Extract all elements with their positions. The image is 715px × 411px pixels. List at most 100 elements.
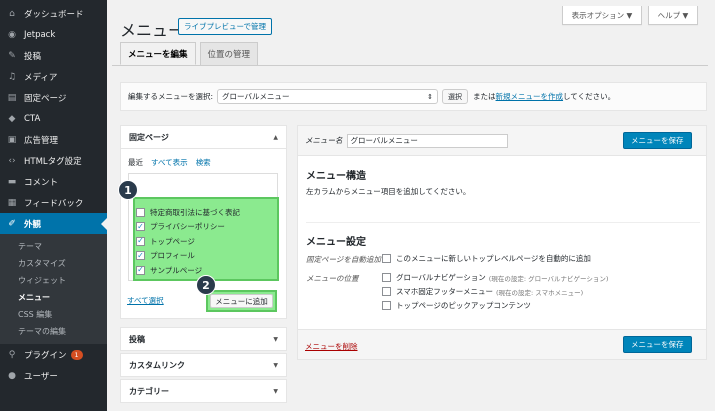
dropdown-arrows-icon: ⇕ xyxy=(427,92,434,101)
sidebar-item-6[interactable]: ▣ 広告管理 xyxy=(0,129,107,150)
page-label: サンプルページ xyxy=(150,265,203,275)
page-checkbox[interactable]: ✓ xyxy=(136,265,145,275)
submenu-item-1[interactable]: カスタマイズ xyxy=(0,255,107,272)
save-menu-button-top[interactable]: メニューを保存 xyxy=(623,132,692,149)
menu-structure-title: メニュー構造 xyxy=(306,171,366,182)
add-to-menu-button[interactable]: メニューに追加 xyxy=(210,294,273,308)
auto-add-row[interactable]: このメニューに新しいトップレベルページを自動的に追加 xyxy=(382,253,591,264)
location-checkbox[interactable] xyxy=(382,287,391,296)
delete-menu-link[interactable]: メニューを削除 xyxy=(305,341,358,352)
menu-location-row[interactable]: グローバルナビゲーション (現在の設定: グローバルナビゲーション) xyxy=(382,272,608,283)
page-label: プロフィール xyxy=(150,251,195,260)
jetpack-icon: ◉ xyxy=(8,29,16,40)
sidebar-item-0[interactable]: ⌂ ダッシュボード xyxy=(0,3,107,24)
sidebar-item-9[interactable]: ▦ フィードバック xyxy=(0,192,107,213)
location-label: スマホ固定フッターメニュー xyxy=(396,287,493,296)
location-note: (現在の設定: スマホメニュー) xyxy=(495,288,584,297)
sidebar-item-after-0[interactable]: ⚲ プラグイン 1 xyxy=(0,344,107,365)
menu-structure-desc: 左カラムからメニュー項目を追加してください。 xyxy=(306,187,471,196)
sidebar-item-after-1[interactable]: ● ユーザー xyxy=(0,365,107,386)
menu-name-label: メニュー名 xyxy=(305,136,343,145)
page-checkbox[interactable]: ✓ xyxy=(136,236,145,246)
create-new-menu-link[interactable]: 新規メニューを作成 xyxy=(496,91,564,102)
menu-select-value: グローバルメニュー xyxy=(222,92,290,101)
submenu-item-3[interactable]: メニュー xyxy=(0,289,107,306)
sidebar-item-4[interactable]: ▤ 固定ページ xyxy=(0,87,107,108)
menu-name-input[interactable]: グローバルメニュー xyxy=(346,133,508,148)
cta-icon: ◆ xyxy=(8,113,16,124)
page-checkbox-row[interactable]: ✓ トップページ xyxy=(136,234,195,248)
subtab-search[interactable]: 検索 xyxy=(196,157,211,168)
menu-location-row[interactable]: スマホ固定フッターメニュー (現在の設定: スマホメニュー) xyxy=(382,286,583,297)
sidebar-item-2[interactable]: ✎ 投稿 xyxy=(0,45,107,66)
accordion-title: 投稿 xyxy=(129,334,145,344)
sidebar-item-label: 投稿 xyxy=(24,51,42,62)
save-menu-button-bottom[interactable]: メニューを保存 xyxy=(623,336,692,353)
section-divider xyxy=(306,222,700,223)
sidebar-item-1[interactable]: ◉ Jetpack xyxy=(0,24,107,45)
select-all-link[interactable]: すべて選択 xyxy=(127,295,164,306)
page-label: トップページ xyxy=(150,236,195,246)
step-badge-2: 2 xyxy=(196,275,216,295)
accordion-section-1[interactable]: カスタムリンク ▼ xyxy=(120,353,287,377)
submenu-item-2[interactable]: ウィジェット xyxy=(0,272,107,289)
sidebar-item-5[interactable]: ◆ CTA xyxy=(0,108,107,129)
page-checkbox[interactable] xyxy=(136,207,145,217)
sidebar-item-label: フィードバック xyxy=(24,198,84,209)
nav-tabs: メニューを編集 位置の管理 xyxy=(120,42,259,65)
sidebar-item-8[interactable]: ▬ コメント xyxy=(0,171,107,192)
chevron-up-icon: ▲ xyxy=(273,133,278,141)
screen-options-button[interactable]: 表示オプション ▼ xyxy=(562,6,642,25)
page-checkbox-row[interactable]: ✓ プライバシーポリシー xyxy=(136,220,225,234)
submenu-item-5[interactable]: テーマの編集 xyxy=(0,323,107,340)
menu-location-row[interactable]: トップページのピックアップコンテンツ xyxy=(382,300,531,311)
page-checkbox-row[interactable]: ✓ プロフィール xyxy=(136,249,195,263)
brush-icon: ✐ xyxy=(8,218,16,229)
chevron-down-icon: ▼ xyxy=(273,387,278,395)
sidebar-item-label: 広告管理 xyxy=(24,135,59,146)
sidebar-item-label: 外観 xyxy=(24,219,42,230)
sidebar-item-label: プラグイン xyxy=(24,350,67,361)
sidebar-item-3[interactable]: ♫ メディア xyxy=(0,66,107,87)
tabs-divider xyxy=(112,65,708,66)
tab-manage-locations[interactable]: 位置の管理 xyxy=(199,42,259,65)
page-title: メニュー xyxy=(120,21,185,40)
live-preview-button[interactable]: ライブプレビューで管理 xyxy=(178,18,273,35)
menu-select-dropdown[interactable]: グローバルメニュー ⇕ xyxy=(217,89,439,104)
sidebar-item-appearance[interactable]: ✐ 外観 xyxy=(0,213,107,234)
page-checkbox[interactable]: ✓ xyxy=(136,251,145,260)
accordion-fixed-pages[interactable]: 固定ページ ▲ xyxy=(120,125,287,149)
sidebar-item-7[interactable]: ‹› HTMLタグ設定 xyxy=(0,150,107,171)
accordion-title: カスタムリンク xyxy=(129,360,185,370)
help-button[interactable]: ヘルプ ▼ xyxy=(648,6,698,25)
page-checkbox-row[interactable]: 特定商取引法に基づく表記 xyxy=(136,205,240,219)
accordion-section-2[interactable]: カテゴリー ▼ xyxy=(120,379,287,403)
admin-sidebar: ⌂ ダッシュボード ◉ Jetpack ✎ 投稿 ♫ メディア ▤ 固定ページ ◆ CTA ▣ 広告管理 ‹… xyxy=(0,0,107,411)
tab-edit-menu[interactable]: メニューを編集 xyxy=(120,42,196,65)
location-note: (現在の設定: グローバルナビゲーション) xyxy=(488,274,609,283)
location-checkbox[interactable] xyxy=(382,273,391,282)
submenu-item-0[interactable]: テーマ xyxy=(0,238,107,255)
select-button[interactable]: 選択 xyxy=(442,89,469,104)
sidebar-item-label: CTA xyxy=(24,113,41,124)
menu-location-label: メニューの位置 xyxy=(306,274,359,283)
add-to-menu-highlight: メニューに追加 xyxy=(206,290,277,312)
subtab-recent[interactable]: 最近 xyxy=(128,157,143,168)
auto-add-checkbox[interactable] xyxy=(382,254,391,263)
menu-settings-title: メニュー設定 xyxy=(306,237,366,248)
location-label: トップページのピックアップコンテンツ xyxy=(396,301,531,310)
subtab-view-all[interactable]: すべて表示 xyxy=(151,157,188,168)
accordion-section-0[interactable]: 投稿 ▼ xyxy=(120,327,287,351)
auto-add-option: このメニューに新しいトップレベルページを自動的に追加 xyxy=(396,254,591,263)
page-icon: ▤ xyxy=(7,92,17,103)
ad-icon: ▣ xyxy=(7,134,17,145)
media-icon: ♫ xyxy=(7,71,17,82)
page-checkbox[interactable]: ✓ xyxy=(136,222,145,231)
page-label: 特定商取引法に基づく表記 xyxy=(150,207,240,217)
location-checkbox[interactable] xyxy=(382,301,391,310)
accordion-title: カテゴリー xyxy=(129,386,169,396)
or-text: または xyxy=(473,92,496,101)
page-checkbox-row[interactable]: ✓ サンプルページ xyxy=(136,263,202,277)
chevron-down-icon: ▼ xyxy=(273,335,278,343)
submenu-item-4[interactable]: CSS 編集 xyxy=(0,306,107,323)
